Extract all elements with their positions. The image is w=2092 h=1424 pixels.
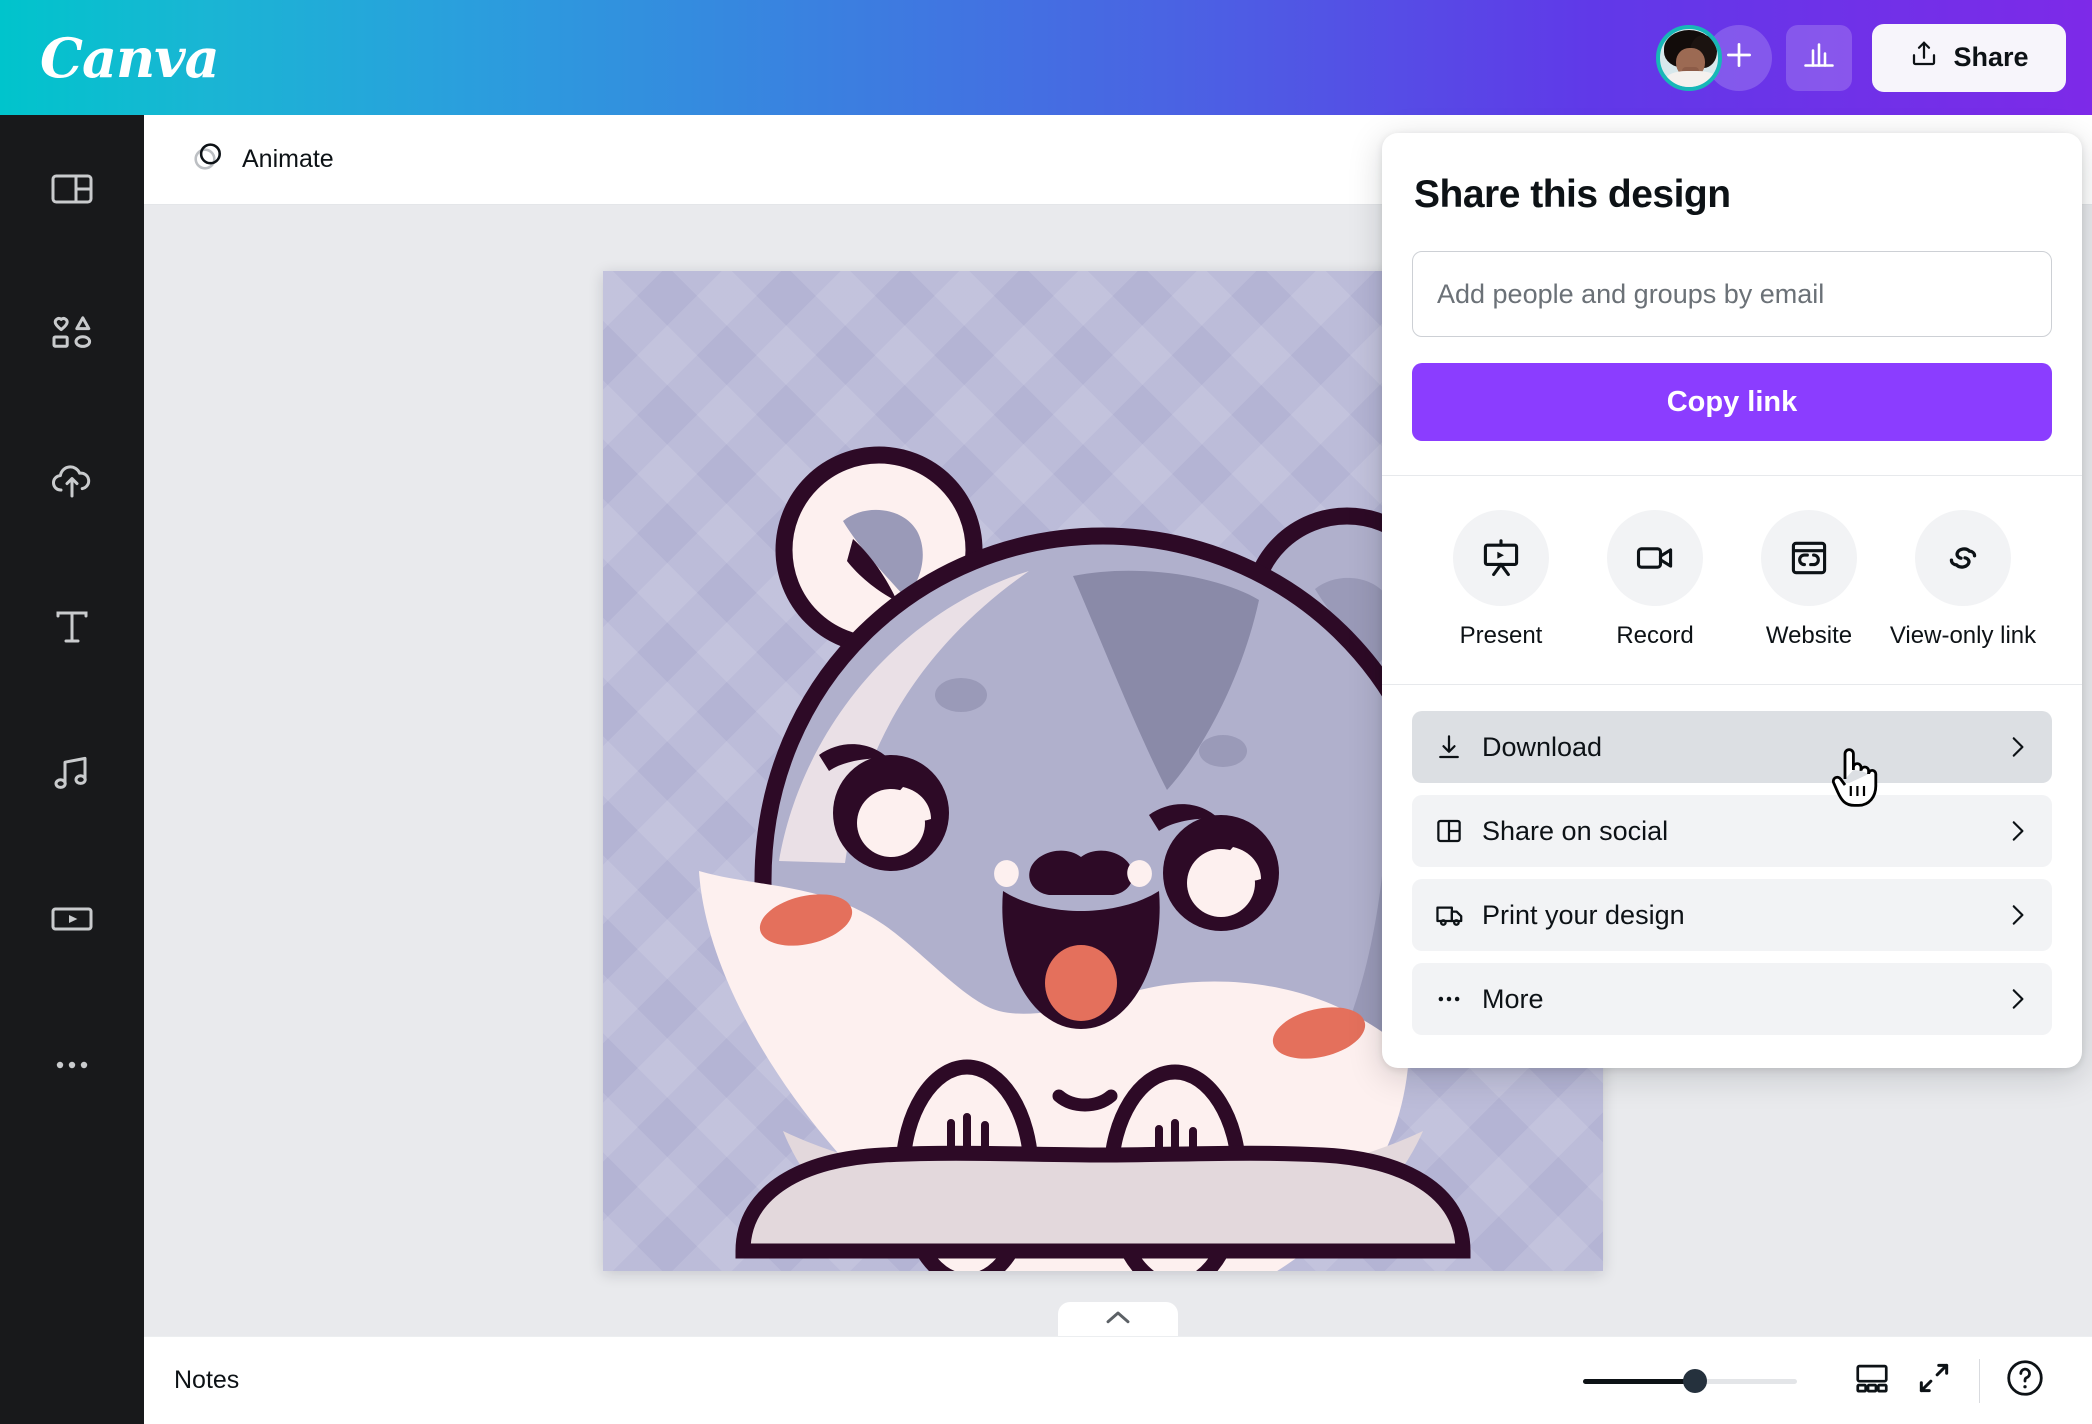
quick-action-label: View-only link	[1889, 622, 2037, 649]
page-view-button[interactable]	[1841, 1350, 1903, 1412]
zoom-slider-handle[interactable]	[1683, 1368, 1707, 1393]
chevron-up-icon	[1103, 1307, 1133, 1334]
text-t-icon	[48, 603, 96, 656]
download-icon	[1434, 732, 1478, 762]
quick-actions-row: Present Record Website View-only link	[1412, 476, 2052, 650]
menu-item-label: More	[1482, 983, 1544, 1014]
share-button[interactable]: Share	[1872, 23, 2066, 92]
divider	[1382, 684, 2082, 685]
fullscreen-button[interactable]	[1903, 1350, 1965, 1412]
avatar-shirt	[1666, 70, 1718, 87]
canva-logo[interactable]: Canva	[40, 31, 220, 85]
view-only-link-icon	[1915, 510, 2011, 606]
sidebar-item-elements[interactable]	[17, 289, 127, 385]
insights-button[interactable]	[1786, 24, 1852, 91]
grid-view-icon	[1853, 1359, 1891, 1402]
quick-action-present[interactable]: Present	[1430, 510, 1572, 650]
expand-icon	[1915, 1359, 1953, 1402]
sidebar-item-text[interactable]	[17, 581, 127, 677]
left-tool-rail	[0, 115, 144, 1424]
chevron-right-icon	[2004, 734, 2030, 760]
menu-item-download[interactable]: Download	[1412, 711, 2052, 783]
share-design-panel: Share this design Copy link Present	[1382, 133, 2082, 1068]
menu-item-share-on-social[interactable]: Share on social	[1412, 795, 2052, 867]
notes-label[interactable]: Notes	[174, 1366, 239, 1395]
quick-action-label: Website	[1765, 622, 1853, 649]
shapes-icon	[48, 311, 96, 364]
canva-editor-window: Canva Share Animate Notes Share this des…	[0, 0, 2092, 1424]
divider	[1979, 1358, 1980, 1403]
email-input[interactable]	[1412, 251, 2052, 337]
menu-item-more[interactable]: More	[1412, 963, 2052, 1035]
notes-bar: Notes	[144, 1336, 2092, 1424]
panel-title: Share this design	[1414, 173, 1731, 216]
sidebar-item-design[interactable]	[17, 143, 127, 239]
zoom-slider[interactable]	[1583, 1368, 1797, 1393]
top-header-bar: Canva Share	[0, 0, 2092, 115]
sidebar-item-uploads[interactable]	[17, 435, 127, 531]
cloud-upload-icon	[48, 457, 96, 510]
quick-action-label: Record	[1616, 622, 1694, 649]
question-mark-icon	[2004, 1357, 2046, 1404]
video-play-icon	[48, 895, 96, 948]
share-upload-icon	[1909, 39, 1939, 76]
plus-icon	[1722, 38, 1756, 77]
sidebar-item-videos[interactable]	[17, 873, 127, 969]
share-button-label: Share	[1953, 42, 2029, 72]
menu-item-label: Print your design	[1482, 899, 1685, 930]
menu-item-label: Share on social	[1482, 815, 1669, 846]
bar-chart-icon	[1801, 37, 1837, 78]
copy-link-button[interactable]: Copy link	[1412, 363, 2052, 441]
user-avatar-image	[1656, 24, 1722, 91]
layout-icon	[48, 165, 96, 218]
menu-item-label: Download	[1482, 731, 1603, 762]
help-button[interactable]	[1994, 1350, 2056, 1412]
quick-action-view-only-link[interactable]: View-only link	[1889, 510, 2037, 650]
video-camera-icon	[1607, 510, 1703, 606]
share-social-icon	[1434, 816, 1478, 846]
share-menu-list: Download Share on social Print your desi…	[1412, 711, 2052, 1035]
sidebar-item-audio[interactable]	[17, 727, 127, 823]
animate-circle-icon	[190, 138, 226, 181]
print-truck-icon	[1434, 899, 1478, 931]
music-note-icon	[48, 749, 96, 802]
quick-action-record[interactable]: Record	[1584, 510, 1726, 650]
chevron-right-icon	[2004, 818, 2030, 844]
quick-action-label: Present	[1459, 622, 1543, 649]
ellipsis-icon	[48, 1041, 96, 1094]
header-actions: Share	[1656, 23, 2066, 92]
menu-item-print-your-design[interactable]: Print your design	[1412, 879, 2052, 951]
avatar[interactable]	[1656, 24, 1722, 91]
chevron-right-icon	[2004, 902, 2030, 928]
chevron-right-icon	[2004, 986, 2030, 1012]
zoom-slider-fill	[1583, 1378, 1695, 1384]
animate-label: Animate	[242, 145, 334, 173]
notes-collapse-tab[interactable]	[1058, 1302, 1178, 1336]
ellipsis-icon	[1434, 984, 1478, 1014]
present-screen-icon	[1453, 510, 1549, 606]
website-link-icon	[1761, 510, 1857, 606]
quick-action-website[interactable]: Website	[1738, 510, 1880, 650]
animate-button[interactable]: Animate	[174, 131, 350, 189]
sidebar-item-more[interactable]	[17, 1019, 127, 1115]
bottom-right-controls	[1583, 1350, 2056, 1412]
